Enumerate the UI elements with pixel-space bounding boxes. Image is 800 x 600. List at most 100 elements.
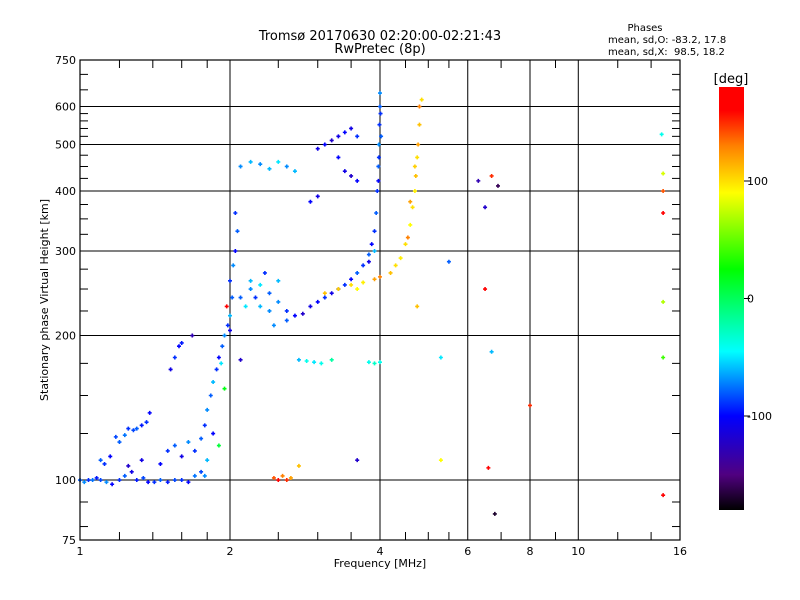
data-point: [378, 111, 383, 116]
data-point: [186, 440, 191, 445]
data-point: [388, 270, 393, 275]
data-point: [489, 349, 494, 354]
data-point: [224, 304, 229, 309]
data-point: [355, 134, 360, 139]
data-point: [276, 159, 281, 164]
data-point: [336, 287, 341, 292]
data-point: [372, 361, 377, 366]
data-point: [122, 473, 127, 478]
data-point: [233, 249, 238, 254]
data-point: [147, 410, 152, 415]
colorbar-label: [deg]: [714, 72, 749, 87]
data-point: [192, 448, 197, 453]
data-point: [419, 97, 424, 102]
data-point: [366, 259, 371, 264]
data-point: [205, 458, 210, 463]
data-point: [134, 478, 139, 483]
data-point: [661, 171, 666, 176]
data-point: [288, 475, 293, 480]
data-point: [117, 478, 122, 483]
data-point: [158, 478, 163, 483]
colorbar-ticks: 100 0 -100: [744, 175, 772, 423]
data-point: [661, 299, 666, 304]
y-tick-label: 100: [55, 474, 76, 487]
data-point: [129, 469, 134, 474]
data-point: [108, 454, 113, 459]
data-point: [230, 295, 235, 300]
data-point: [238, 295, 243, 300]
data-point: [417, 104, 422, 109]
data-point: [377, 122, 382, 127]
data-point: [378, 91, 382, 96]
data-point: [258, 162, 263, 167]
data-point: [179, 478, 184, 483]
data-point: [238, 357, 243, 362]
data-point: [276, 299, 281, 304]
data-point: [202, 473, 207, 478]
data-point: [276, 278, 281, 283]
data-point: [186, 480, 191, 485]
data-point: [661, 355, 666, 360]
data-point: [416, 142, 421, 147]
data-point: [312, 360, 317, 365]
data-point: [659, 132, 664, 137]
data-point: [235, 229, 240, 234]
data-point: [403, 242, 408, 247]
data-point: [82, 480, 87, 485]
y-tick-label: 400: [55, 185, 76, 198]
data-point: [284, 318, 289, 323]
data-point: [329, 138, 334, 143]
data-point: [158, 461, 163, 466]
data-point: [438, 355, 443, 360]
data-point: [179, 340, 184, 345]
data-point: [292, 169, 297, 174]
data-point: [355, 178, 360, 183]
data-points: [78, 91, 666, 516]
data-point: [248, 278, 253, 283]
data-point: [243, 304, 248, 309]
data-point: [322, 142, 327, 147]
data-point: [258, 304, 263, 309]
data-point: [211, 380, 216, 385]
data-point: [262, 270, 267, 275]
x-tick-label: 6: [464, 545, 471, 558]
data-point: [211, 431, 216, 436]
data-point: [253, 295, 258, 300]
data-point: [412, 189, 417, 194]
colorbar-tick-label: 0: [747, 293, 754, 306]
data-point: [199, 469, 204, 474]
data-point: [661, 493, 666, 498]
data-point: [139, 458, 144, 463]
data-point: [349, 126, 354, 131]
data-point: [372, 249, 377, 254]
stats-o-mode: mean, sd,O: -83.2, 17.8: [608, 35, 726, 46]
data-point: [304, 359, 309, 364]
data-point: [219, 361, 224, 366]
data-point: [146, 480, 151, 485]
data-point: [342, 130, 347, 135]
data-point: [336, 134, 341, 139]
data-point: [446, 259, 451, 264]
colorbar-tick-label: -100: [747, 410, 772, 423]
data-point: [378, 104, 382, 109]
data-point: [366, 252, 371, 257]
data-point: [661, 189, 666, 194]
data-point: [144, 420, 149, 425]
data-point: [222, 386, 227, 391]
data-point: [228, 328, 232, 333]
data-point: [190, 333, 195, 338]
data-point: [94, 475, 99, 480]
y-tick-label: 500: [55, 139, 76, 152]
data-point: [329, 291, 334, 296]
data-point: [296, 357, 301, 362]
data-point: [315, 146, 320, 151]
data-point: [86, 478, 91, 483]
data-point: [172, 478, 177, 483]
data-point: [248, 287, 253, 292]
data-point: [349, 277, 354, 282]
data-point: [284, 164, 289, 169]
data-point: [438, 458, 443, 463]
data-point: [355, 458, 360, 463]
data-point: [489, 173, 494, 178]
data-point: [378, 360, 382, 365]
